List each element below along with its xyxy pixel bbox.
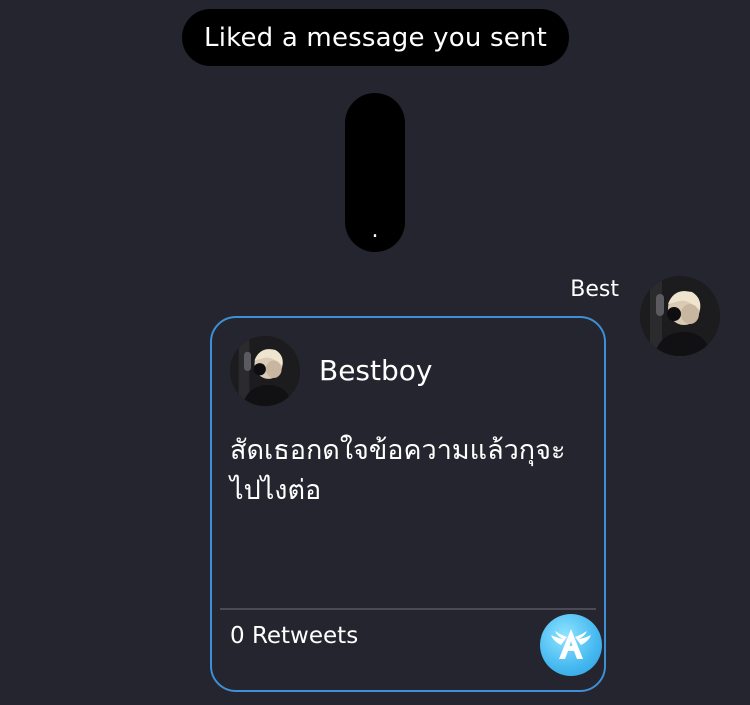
winged-a-glyph [551, 629, 591, 659]
liked-notification-text: Liked a message you sent [204, 22, 547, 53]
avatar-photo-icon [640, 276, 720, 356]
message-bubble[interactable]: . [345, 93, 405, 252]
liked-notification-pill: Liked a message you sent [182, 9, 569, 66]
card-author-username[interactable]: Bestboy [319, 354, 432, 387]
sender-avatar[interactable] [640, 276, 720, 356]
avatar-photo-icon [230, 336, 300, 406]
card-tweet-text: สัดเธอกดใจข้อความแล้วกุจะไปไงต่อ [230, 435, 566, 506]
chat-screen: Liked a message you sent . Best Bestboy … [0, 0, 750, 705]
message-text: . [371, 218, 379, 243]
shared-tweet-card[interactable]: Bestboy สัดเธอกดใจข้อความแล้วกุจะไปไงต่อ… [210, 316, 606, 692]
retweet-count: 0 Retweets [230, 623, 359, 649]
sender-name: Best [570, 277, 619, 302]
winged-a-app-icon[interactable] [540, 614, 602, 676]
card-author-avatar[interactable] [230, 336, 300, 406]
card-divider [220, 608, 596, 610]
